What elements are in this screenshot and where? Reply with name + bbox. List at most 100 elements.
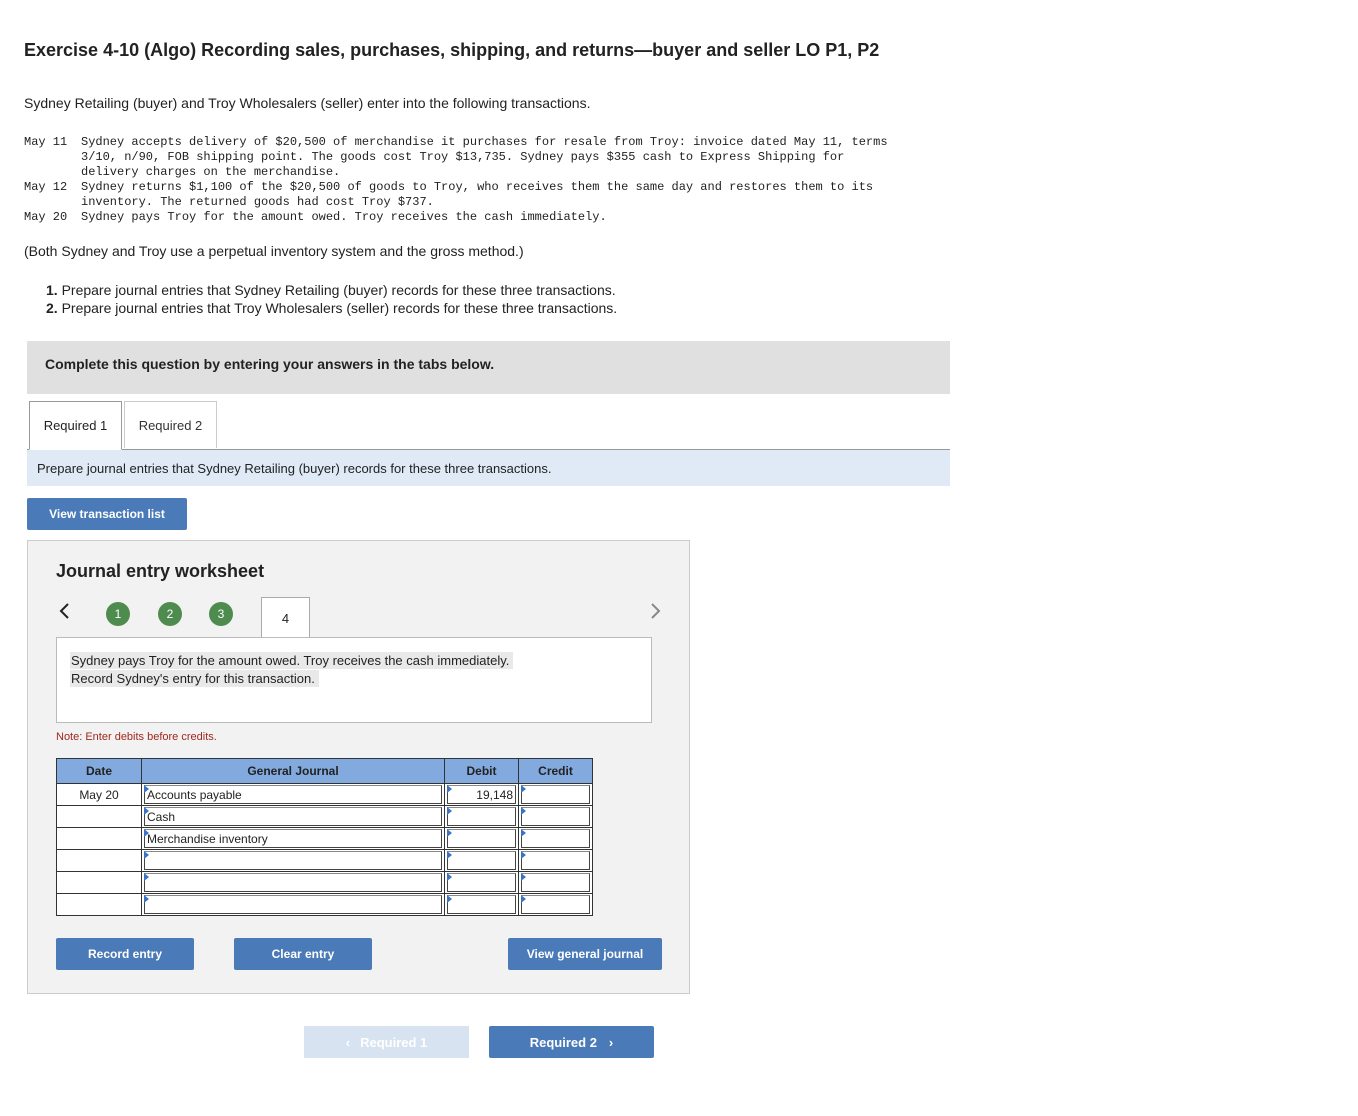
- dropdown-marker-icon: [521, 785, 526, 793]
- table-row: Merchandise inventory: [56, 827, 593, 850]
- dropdown-marker-icon: [447, 829, 452, 837]
- method-note: (Both Sydney and Troy use a perpetual in…: [24, 243, 524, 259]
- transaction-date: May 12: [24, 180, 68, 194]
- column-header-credit: Credit: [518, 758, 593, 784]
- prev-required-label: Required 1: [360, 1034, 428, 1050]
- account-cell[interactable]: [141, 849, 445, 872]
- transaction-description: Sydney pays Troy for the amount owed. Tr…: [56, 637, 652, 723]
- account-cell[interactable]: [141, 871, 445, 894]
- dropdown-marker-icon: [447, 873, 452, 881]
- account-cell[interactable]: Accounts payable: [141, 783, 445, 806]
- credit-cell[interactable]: [518, 893, 593, 916]
- exercise-title: Exercise 4-10 (Algo) Recording sales, pu…: [24, 40, 880, 60]
- transaction-date: May 11: [24, 135, 68, 149]
- credit-cell[interactable]: [518, 827, 593, 850]
- column-header-date: Date: [56, 758, 142, 784]
- transaction-line: inventory. The returned goods had cost T…: [81, 195, 434, 209]
- dropdown-marker-icon: [521, 851, 526, 859]
- column-header-general-journal: General Journal: [141, 758, 445, 784]
- transaction-line: Sydney pays Troy for the amount owed. Tr…: [81, 210, 607, 224]
- worksheet-title: Journal entry worksheet: [56, 561, 265, 581]
- chevron-left-icon: ‹: [345, 1034, 351, 1050]
- dropdown-marker-icon: [144, 873, 149, 881]
- table-row: [56, 893, 593, 916]
- table-row: [56, 871, 593, 894]
- date-cell[interactable]: [56, 805, 142, 828]
- dropdown-marker-icon: [144, 895, 149, 903]
- table-row: [56, 849, 593, 872]
- tab-required-1[interactable]: Required 1: [29, 401, 122, 450]
- view-transaction-list-button[interactable]: View transaction list: [27, 498, 187, 530]
- date-cell[interactable]: [56, 871, 142, 894]
- complete-banner-text: Complete this question by entering your …: [45, 356, 495, 372]
- dropdown-marker-icon: [521, 807, 526, 815]
- transaction-may-12: May 12 Sydney returns $1,100 of the $20,5…: [24, 180, 964, 210]
- chevron-left-icon[interactable]: [58, 601, 72, 627]
- requirement-2: 2. Prepare journal entries that Troy Who…: [46, 300, 618, 316]
- account-cell[interactable]: [141, 893, 445, 916]
- requirement-tabs: Required 1 Required 2: [27, 401, 950, 450]
- credit-cell[interactable]: [518, 805, 593, 828]
- view-general-journal-button[interactable]: View general journal: [508, 938, 662, 970]
- dropdown-marker-icon: [447, 895, 452, 903]
- debits-note: Note: Enter debits before credits.: [56, 731, 217, 743]
- account-cell[interactable]: Cash: [141, 805, 445, 828]
- dropdown-marker-icon: [144, 829, 149, 837]
- description-line: Sydney pays Troy for the amount owed. Tr…: [70, 652, 514, 669]
- date-cell[interactable]: [56, 827, 142, 850]
- column-header-debit: Debit: [444, 758, 519, 784]
- transaction-line: Sydney accepts delivery of $20,500 of me…: [81, 135, 888, 149]
- dropdown-marker-icon: [521, 873, 526, 881]
- debit-cell[interactable]: 19,148: [444, 783, 519, 806]
- debit-cell[interactable]: [444, 827, 519, 850]
- dropdown-marker-icon: [144, 807, 149, 815]
- dropdown-marker-icon: [521, 895, 526, 903]
- date-cell[interactable]: [56, 849, 142, 872]
- clear-entry-button[interactable]: Clear entry: [234, 938, 372, 970]
- transaction-line: 3/10, n/90, FOB shipping point. The good…: [81, 150, 845, 164]
- table-row: Cash: [56, 805, 593, 828]
- intro-text: Sydney Retailing (buyer) and Troy Wholes…: [24, 95, 591, 111]
- dropdown-marker-icon: [144, 785, 149, 793]
- debit-cell[interactable]: [444, 805, 519, 828]
- step-1-button[interactable]: 1: [106, 602, 130, 626]
- credit-cell[interactable]: [518, 849, 593, 872]
- transaction-line: Sydney returns $1,100 of the $20,500 of …: [81, 180, 874, 194]
- transaction-list: May 11 Sydney accepts delivery of $20,500…: [24, 135, 964, 225]
- next-required-label: Required 2: [529, 1034, 597, 1050]
- requirement-1: 1. Prepare journal entries that Sydney R…: [46, 282, 616, 298]
- credit-cell[interactable]: [518, 783, 593, 806]
- tab-instruction-text: Prepare journal entries that Sydney Reta…: [37, 461, 552, 476]
- debit-cell[interactable]: [444, 849, 519, 872]
- dropdown-marker-icon: [447, 785, 452, 793]
- record-entry-button[interactable]: Record entry: [56, 938, 194, 970]
- dropdown-marker-icon: [144, 851, 149, 859]
- step-2-button[interactable]: 2: [158, 602, 182, 626]
- account-cell[interactable]: Merchandise inventory: [141, 827, 445, 850]
- debit-cell[interactable]: [444, 871, 519, 894]
- transaction-may-11: May 11 Sydney accepts delivery of $20,500…: [24, 135, 964, 180]
- general-journal-table: Date General Journal Debit Credit May 20…: [56, 758, 593, 916]
- table-row: May 20 Accounts payable 19,148: [56, 783, 593, 806]
- requirements-list: 1. Prepare journal entries that Sydney R…: [46, 281, 617, 317]
- prev-required-button: ‹ Required 1: [304, 1026, 469, 1058]
- transaction-line: delivery charges on the merchandise.: [81, 165, 341, 179]
- tab-instruction: Prepare journal entries that Sydney Reta…: [27, 450, 950, 486]
- dropdown-marker-icon: [521, 829, 526, 837]
- date-cell[interactable]: [56, 893, 142, 916]
- step-3-button[interactable]: 3: [209, 602, 233, 626]
- credit-cell[interactable]: [518, 871, 593, 894]
- step-4-current[interactable]: 4: [261, 597, 310, 638]
- description-line: Record Sydney's entry for this transacti…: [70, 670, 319, 687]
- debit-cell[interactable]: [444, 893, 519, 916]
- journal-entry-worksheet: Journal entry worksheet 1 2 3 4 Sydney p…: [27, 540, 690, 994]
- chevron-right-icon[interactable]: [648, 601, 662, 627]
- next-required-button[interactable]: Required 2 ›: [489, 1026, 654, 1058]
- tab-required-2[interactable]: Required 2: [124, 401, 217, 448]
- complete-banner: Complete this question by entering your …: [27, 341, 950, 394]
- chevron-right-icon: ›: [608, 1034, 614, 1050]
- date-cell[interactable]: May 20: [56, 783, 142, 806]
- transaction-date: May 20: [24, 210, 68, 224]
- dropdown-marker-icon: [447, 807, 452, 815]
- transaction-may-20: May 20 Sydney pays Troy for the amount ow…: [24, 210, 964, 225]
